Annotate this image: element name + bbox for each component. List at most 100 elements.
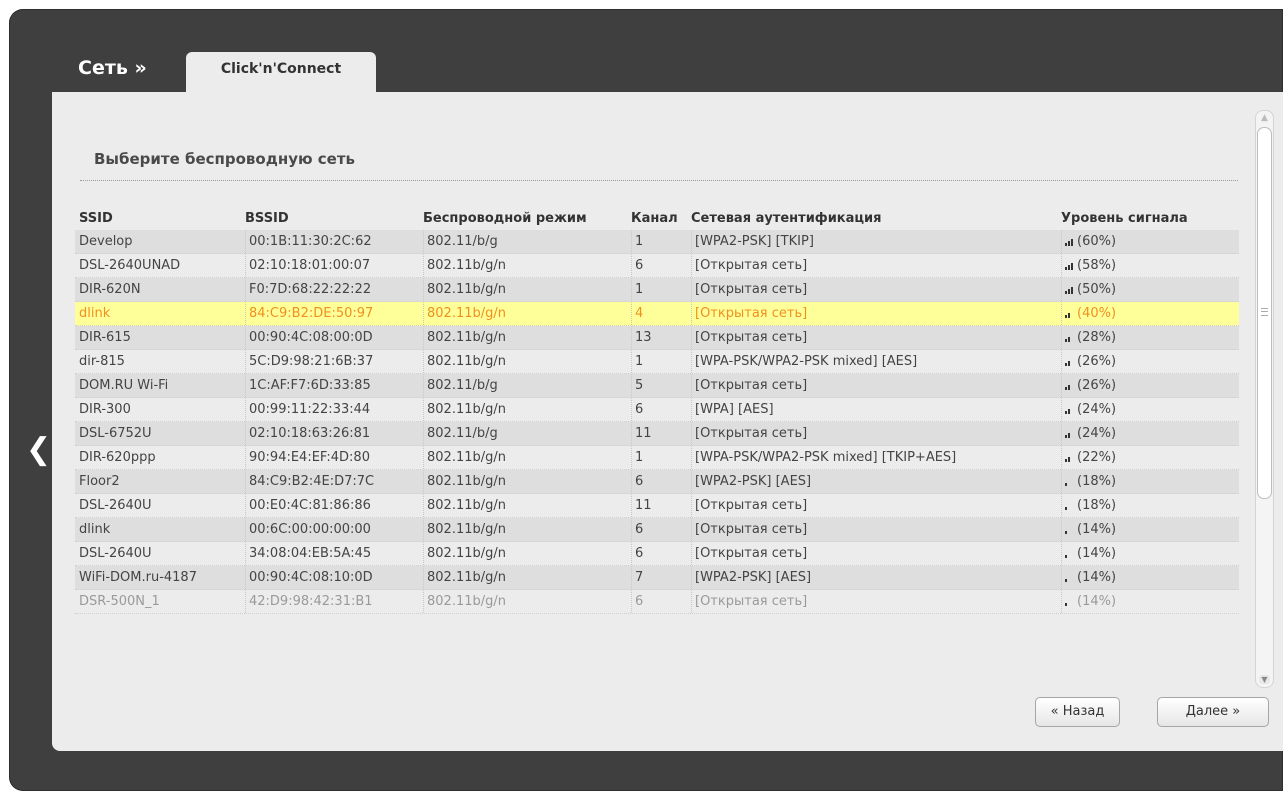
table-row[interactable]: Floor2 84:C9:B2:4E:D7:7C 802.11b/g/n 6 [WPA2… (75, 470, 1239, 494)
cell-bssid: 00:90:4C:08:10:0D (245, 566, 421, 589)
signal-value: (24%) (1077, 402, 1117, 417)
cell-auth: [WPA] [AES] (691, 398, 1061, 421)
table-row[interactable]: dlink 00:6C:00:00:00:00 802.11b/g/n 6 [Откры… (75, 518, 1239, 542)
tab-click-n-connect[interactable]: Click'n'Connect (186, 52, 376, 94)
cell-bssid: 42:D9:98:42:31:B1 (245, 590, 421, 613)
back-button[interactable]: « Назад (1035, 697, 1120, 727)
next-button[interactable]: Далее » (1157, 697, 1269, 727)
signal-value: (28%) (1077, 330, 1117, 345)
cell-bssid: 00:E0:4C:81:86:86 (245, 494, 421, 517)
cell-channel: 6 (631, 470, 689, 493)
cell-bssid: 00:1B:11:30:2C:62 (245, 230, 421, 253)
cell-signal: (14%) (1061, 590, 1241, 613)
cell-signal: (18%) (1061, 470, 1241, 493)
signal-value: (14%) (1077, 522, 1117, 537)
cell-bssid: 1C:AF:F7:6D:33:85 (245, 374, 421, 397)
column-header-signal: Уровень сигнала (1061, 211, 1188, 226)
cell-auth: [Открытая сеть] (691, 494, 1061, 517)
cell-mode: 802.11b/g/n (423, 398, 629, 421)
cell-bssid: 5C:D9:98:21:6B:37 (245, 350, 421, 373)
back-arrow-icon[interactable]: ❮ (26, 435, 51, 465)
scroll-up-icon[interactable]: ▲ (1260, 114, 1269, 123)
table-row[interactable]: DIR-620N F0:7D:68:22:22:22 802.11b/g/n 1 [От… (75, 278, 1239, 302)
cell-signal: (22%) (1061, 446, 1241, 469)
cell-channel: 11 (631, 422, 689, 445)
cell-mode: 802.11b/g/n (423, 494, 629, 517)
cell-auth: [WPA-PSK/WPA2-PSK mixed] [AES] (691, 350, 1061, 373)
cell-ssid: dlink (79, 306, 111, 321)
signal-value: (22%) (1077, 450, 1117, 465)
table-row[interactable]: DIR-300 00:99:11:22:33:44 802.11b/g/n 6 [WPA… (75, 398, 1239, 422)
signal-strength-icon (1065, 500, 1074, 510)
cell-ssid: DIR-620ppp (79, 450, 156, 465)
table-row[interactable]: DOM.RU Wi-Fi 1C:AF:F7:6D:33:85 802.11/b/g 5… (75, 374, 1239, 398)
signal-strength-icon (1065, 236, 1074, 246)
table-row[interactable]: DSL-2640U 34:08:04:EB:5A:45 802.11b/g/n 6 [О… (75, 542, 1239, 566)
scrollbar-thumb[interactable] (1257, 127, 1272, 499)
cell-signal: (14%) (1061, 518, 1241, 541)
cell-bssid: 02:10:18:63:26:81 (245, 422, 421, 445)
networks-table: SSID BSSID Беспроводной режим Канал Сете… (75, 207, 1239, 614)
cell-channel: 4 (631, 302, 689, 325)
cell-ssid: DOM.RU Wi-Fi (79, 378, 169, 393)
table-header: SSID BSSID Беспроводной режим Канал Сете… (75, 207, 1239, 230)
signal-value: (14%) (1077, 570, 1117, 585)
table-row[interactable]: dlink 84:C9:B2:DE:50:97 802.11b/g/n 4 [Откры… (75, 302, 1239, 326)
cell-mode: 802.11/b/g (423, 422, 629, 445)
table-row[interactable]: DSL-6752U 02:10:18:63:26:81 802.11/b/g 11 [О… (75, 422, 1239, 446)
cell-channel: 6 (631, 542, 689, 565)
table-row[interactable]: DSR-500N_1 42:D9:98:42:31:B1 802.11b/g/n 6[… (75, 590, 1239, 614)
cell-bssid: 02:10:18:01:00:07 (245, 254, 421, 277)
cell-bssid: 84:C9:B2:DE:50:97 (245, 302, 421, 325)
scrollbar[interactable]: ▲ ▼ (1255, 110, 1274, 688)
cell-signal: (60%) (1061, 230, 1241, 253)
cell-bssid: F0:7D:68:22:22:22 (245, 278, 421, 301)
cell-mode: 802.11b/g/n (423, 278, 629, 301)
cell-channel: 11 (631, 494, 689, 517)
page-title: Выберите беспроводную сеть (94, 150, 356, 168)
cell-auth: [Открытая сеть] (691, 278, 1061, 301)
column-header-ssid: SSID (79, 211, 113, 226)
signal-strength-icon (1065, 524, 1074, 534)
table-row[interactable]: DSL-2640U 00:E0:4C:81:86:86 802.11b/g/n 11[… (75, 494, 1239, 518)
cell-mode: 802.11b/g/n (423, 446, 629, 469)
table-row[interactable]: DIR-615 00:90:4C:08:00:0D 802.11b/g/n 13 [От… (75, 326, 1239, 350)
cell-signal: (24%) (1061, 398, 1241, 421)
cell-bssid: 84:C9:B2:4E:D7:7C (245, 470, 421, 493)
cell-ssid: DSL-6752U (79, 426, 152, 441)
grip-icon (1261, 308, 1268, 316)
table-row[interactable]: WiFi-DOM.ru-4187 00:90:4C:08:10:0D 802.11b… (75, 566, 1239, 590)
cell-auth: [Открытая сеть] (691, 302, 1061, 325)
cell-auth: [Открытая сеть] (691, 590, 1061, 613)
cell-signal: (14%) (1061, 542, 1241, 565)
signal-strength-icon (1065, 548, 1074, 558)
cell-signal: (26%) (1061, 350, 1241, 373)
table-row[interactable]: DIR-620ppp 90:94:E4:EF:4D:80 802.11b/g/n 1[… (75, 446, 1239, 470)
cell-signal: (50%) (1061, 278, 1241, 301)
cell-ssid: Develop (79, 234, 133, 249)
column-header-bssid: BSSID (245, 211, 289, 226)
scroll-down-icon[interactable]: ▼ (1259, 675, 1270, 684)
cell-channel: 5 (631, 374, 689, 397)
cell-ssid: DSL-2640U (79, 498, 152, 513)
signal-strength-icon (1065, 596, 1074, 606)
cell-channel: 6 (631, 254, 689, 277)
cell-channel: 6 (631, 590, 689, 613)
cell-signal: (28%) (1061, 326, 1241, 349)
cell-channel: 6 (631, 398, 689, 421)
signal-strength-icon (1065, 476, 1074, 486)
cell-mode: 802.11b/g/n (423, 518, 629, 541)
table-row[interactable]: Develop 00:1B:11:30:2C:62 802.11/b/g 1 [WPA2… (75, 230, 1239, 254)
table-row[interactable]: dir-815 5C:D9:98:21:6B:37 802.11b/g/n 1 [WPA… (75, 350, 1239, 374)
cell-bssid: 34:08:04:EB:5A:45 (245, 542, 421, 565)
cell-mode: 802.11b/g/n (423, 542, 629, 565)
signal-value: (24%) (1077, 426, 1117, 441)
cell-signal: (24%) (1061, 422, 1241, 445)
cell-auth: [WPA2-PSK] [AES] (691, 470, 1061, 493)
cell-ssid: DIR-300 (79, 402, 131, 417)
table-body: Develop 00:1B:11:30:2C:62 802.11/b/g 1 [WPA2… (75, 230, 1239, 614)
cell-channel: 1 (631, 350, 689, 373)
table-row[interactable]: DSL-2640UNAD 02:10:18:01:00:07 802.11b/g/n… (75, 254, 1239, 278)
cell-mode: 802.11/b/g (423, 230, 629, 253)
cell-ssid: DIR-615 (79, 330, 131, 345)
